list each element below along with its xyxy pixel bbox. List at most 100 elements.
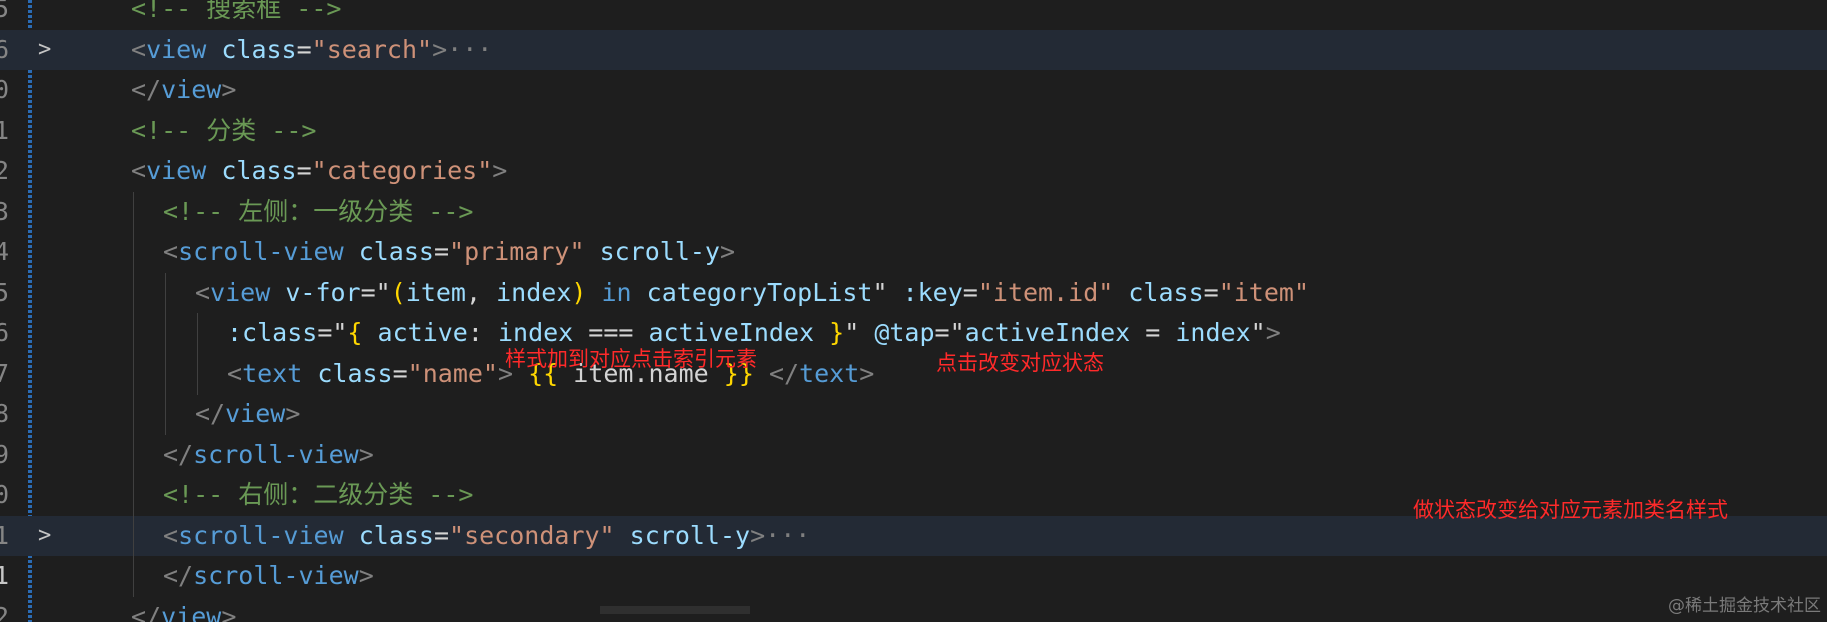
code-line[interactable]: 5 <!-- 搜索框 --> [0, 0, 1827, 29]
code-token: = [1203, 277, 1219, 307]
code-token: class [317, 358, 393, 388]
code-token: "primary" [449, 237, 585, 266]
code-line[interactable]: 2 </view> [0, 597, 1827, 622]
code-token: class [358, 520, 434, 550]
code-token: > [1265, 318, 1281, 347]
code-token: > [750, 520, 766, 550]
line-number: 1 [0, 561, 10, 590]
code-token: =" [360, 277, 391, 307]
code-token: </ [753, 358, 800, 388]
code-token: } [829, 318, 845, 347]
line-number: 3 [0, 196, 10, 226]
indent-guide [165, 353, 166, 395]
code-line[interactable]: 2 <view class="categories"> [0, 151, 1827, 191]
code-token: "search" [311, 34, 433, 64]
code-text: <scroll-view class="primary" scroll-y> [163, 237, 735, 267]
code-line[interactable]: 1 <!-- 分类 --> [0, 111, 1827, 151]
line-number: 2 [0, 156, 10, 185]
code-token: activeIndex [648, 318, 815, 347]
fold-chevron-icon[interactable]: > [38, 521, 51, 551]
code-token: === [573, 318, 649, 347]
code-token: view [225, 399, 286, 428]
code-text: <view v-for="(item, index) in categoryTo… [195, 278, 1309, 308]
code-line[interactable]: 1 </scroll-view> [0, 556, 1827, 597]
code-token: scroll-view [178, 237, 344, 266]
code-token: > [492, 156, 508, 185]
line-number: 6 [0, 318, 10, 347]
code-token: > [358, 439, 374, 469]
code-token: </ [131, 75, 162, 104]
code-token: "name" [407, 358, 498, 388]
code-line[interactable]: 0 </view> [0, 70, 1827, 110]
code-token: > [221, 601, 237, 622]
line-number: 1 [0, 520, 10, 550]
indent-guide [133, 475, 134, 516]
code-line[interactable]: 4 <scroll-view class="primary" scroll-y> [0, 232, 1827, 273]
code-token: text [799, 358, 860, 388]
code-token: categoryTopList [646, 277, 873, 307]
code-token: activeIndex [964, 318, 1131, 347]
code-token: ··· [447, 34, 493, 64]
code-token: </ [163, 561, 194, 590]
code-token: view [161, 601, 222, 622]
code-text: <!-- 分类 --> [131, 116, 316, 146]
code-line[interactable]: 5 <view v-for="(item, index) in categoryT… [0, 272, 1827, 314]
line-number: 2 [0, 601, 10, 622]
code-token: =" [317, 318, 348, 347]
code-token: :class [227, 318, 318, 347]
code-token: v-for [285, 277, 361, 307]
code-token: < [163, 237, 179, 266]
code-token: ( [390, 277, 406, 307]
code-line[interactable]: 6 > <view class="search">··· [0, 29, 1827, 70]
code-token: "item.id" [977, 277, 1114, 307]
code-token: in [601, 277, 632, 307]
code-line[interactable]: 6 :class="{ active: index === activeIndex… [0, 313, 1827, 354]
code-line[interactable]: 8 </view> [0, 394, 1827, 435]
code-token: item [405, 277, 466, 307]
code-token: ) [571, 277, 587, 307]
code-token: scroll-view [193, 439, 359, 469]
line-number: 5 [0, 0, 10, 23]
code-token: view [146, 156, 207, 185]
code-token: > [432, 34, 448, 64]
indent-guide [133, 272, 134, 314]
code-token: " [1250, 318, 1266, 347]
code-token: <!-- 搜索框 --> [131, 0, 342, 23]
code-token: view [210, 277, 271, 307]
code-token: > [285, 399, 301, 428]
code-text: <!-- 左侧：一级分类 --> [163, 197, 473, 227]
code-token: < [131, 156, 147, 185]
code-token: = [392, 358, 408, 388]
fold-chevron-icon[interactable]: > [38, 35, 51, 65]
horizontal-scrollbar[interactable] [600, 606, 750, 614]
code-token: = [296, 156, 312, 185]
code-token: scroll-y [629, 520, 751, 550]
indent-guide [165, 313, 166, 354]
code-token: class [221, 34, 297, 64]
code-editor[interactable]: 5 <!-- 搜索框 --> 6 > <view class="search">··· 0… [0, 0, 1827, 622]
code-token: active [377, 318, 468, 347]
line-number: 0 [0, 75, 10, 104]
line-number: 9 [0, 439, 10, 469]
code-text: :class="{ active: index === activeIndex … [227, 318, 1281, 348]
indent-guide [133, 191, 134, 233]
indent-guide [197, 313, 198, 354]
code-text: <!-- 右侧：二级分类 --> [163, 480, 473, 510]
indent-guide [133, 394, 134, 435]
code-line[interactable]: 3 <!-- 左侧：一级分类 --> [0, 191, 1827, 233]
code-line[interactable]: 7 <text class="name"> {{ item.name }} </t… [0, 353, 1827, 395]
annotation-click-change-state: 点击改变对应状态 [936, 351, 1104, 375]
code-text: <view class="search">··· [131, 35, 492, 65]
code-line[interactable]: 9 </scroll-view> [0, 434, 1827, 476]
line-number: 4 [0, 237, 10, 266]
code-token: </ [195, 399, 226, 428]
code-token: < [163, 520, 179, 550]
code-token: > [859, 358, 875, 388]
